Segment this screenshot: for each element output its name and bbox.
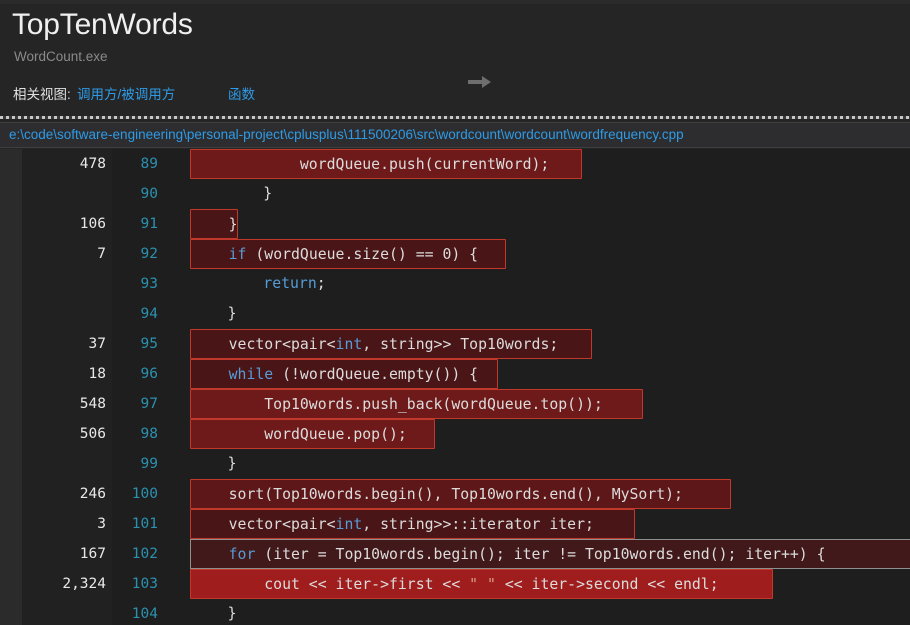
code-line-text[interactable]: sort(Top10words.begin(), Top10words.end(… <box>190 479 731 509</box>
line-number: 96 <box>140 366 158 382</box>
line-number: 90 <box>140 186 158 202</box>
code-line-text[interactable]: wordQueue.pop(); <box>190 419 435 449</box>
source-code-viewer[interactable]: 478 89 wordQueue.push(currentWord); 90 } 10… <box>0 149 910 625</box>
code-line-row[interactable]: 548 97 Top10words.push_back(wordQueue.top… <box>0 389 910 419</box>
line-sample-count: 478 <box>79 156 106 172</box>
code-line-text[interactable]: } <box>190 299 239 329</box>
line-number: 95 <box>140 336 158 352</box>
line-number: 94 <box>140 306 158 322</box>
code-line-text[interactable]: wordQueue.push(currentWord); <box>190 149 582 179</box>
line-sample-count: 167 <box>79 546 106 562</box>
code-line-row[interactable]: 90 } <box>0 179 910 209</box>
code-line-row[interactable]: 106 91 } <box>0 209 910 239</box>
line-sample-count: 106 <box>79 216 106 232</box>
line-sample-count: 3 <box>97 516 106 532</box>
line-number: 97 <box>140 396 158 412</box>
related-view-link-callers-callees[interactable]: 调用方/被调用方 <box>77 83 175 103</box>
code-line-row[interactable]: 167 102 for (iter = Top10words.begin(); i… <box>0 539 910 569</box>
code-line-row[interactable]: 18 96 while (!wordQueue.empty()) { <box>0 359 910 389</box>
profiler-function-details-window: TopTenWords WordCount.exe 相关视图: 调用方/被调用方… <box>0 0 910 625</box>
header-panel: TopTenWords WordCount.exe 相关视图: 调用方/被调用方… <box>0 4 910 115</box>
source-file-path-link[interactable]: e:\code\software-engineering\personal-pr… <box>9 127 684 142</box>
line-number: 98 <box>140 426 158 442</box>
line-sample-count: 506 <box>79 426 106 442</box>
line-sample-count: 2,324 <box>62 576 106 592</box>
code-line-text[interactable]: vector<pair<int, string>>::iterator iter… <box>190 509 635 539</box>
line-sample-count: 7 <box>97 246 106 262</box>
line-number: 93 <box>140 276 158 292</box>
code-line-row[interactable]: 99 } <box>0 449 910 479</box>
line-sample-count: 18 <box>88 366 106 382</box>
code-line-text[interactable]: if (wordQueue.size() == 0) { <box>190 239 506 269</box>
code-line-text[interactable]: Top10words.push_back(wordQueue.top()); <box>190 389 643 419</box>
line-number: 102 <box>131 546 158 562</box>
module-name: WordCount.exe <box>14 49 108 64</box>
code-line-row[interactable]: 94 } <box>0 299 910 329</box>
line-number: 100 <box>131 486 158 502</box>
code-line-text[interactable]: cout << iter->first << " " << iter->seco… <box>190 569 773 599</box>
code-line-text[interactable]: } <box>190 209 238 239</box>
dotted-separator <box>0 116 910 119</box>
line-sample-count: 37 <box>88 336 106 352</box>
line-number: 92 <box>140 246 158 262</box>
code-line-text[interactable]: } <box>190 599 239 625</box>
source-file-path-bar[interactable]: e:\code\software-engineering\personal-pr… <box>0 122 910 148</box>
code-line-text[interactable]: vector<pair<int, string>> Top10words; <box>190 329 592 359</box>
code-line-row[interactable]: 246 100 sort(Top10words.begin(), Top10wor… <box>0 479 910 509</box>
code-line-text[interactable]: } <box>190 179 274 209</box>
arrow-right-icon <box>468 74 492 90</box>
line-sample-count: 246 <box>79 486 106 502</box>
line-sample-count: 548 <box>79 396 106 412</box>
code-line-list: 478 89 wordQueue.push(currentWord); 90 } 10… <box>0 149 910 625</box>
line-number: 103 <box>131 576 158 592</box>
line-number: 89 <box>140 156 158 172</box>
line-number: 91 <box>140 216 158 232</box>
line-number: 99 <box>140 456 158 472</box>
related-view-link-functions[interactable]: 函数 <box>228 83 255 103</box>
code-line-row[interactable]: 104 } <box>0 599 910 625</box>
code-line-text[interactable]: while (!wordQueue.empty()) { <box>190 359 498 389</box>
code-line-row[interactable]: 478 89 wordQueue.push(currentWord); <box>0 149 910 179</box>
code-line-text[interactable]: return; <box>190 269 328 299</box>
code-line-row[interactable]: 3 101 vector<pair<int, string>>::iterator… <box>0 509 910 539</box>
code-line-row[interactable]: 93 return; <box>0 269 910 299</box>
code-line-row[interactable]: 2,324 103 cout << iter->first << " " << i… <box>0 569 910 599</box>
related-views-label: 相关视图: <box>13 87 71 102</box>
code-line-row[interactable]: 37 95 vector<pair<int, string>> Top10word… <box>0 329 910 359</box>
code-line-row[interactable]: 7 92 if (wordQueue.size() == 0) { <box>0 239 910 269</box>
page-title: TopTenWords <box>12 8 193 41</box>
line-number: 101 <box>131 516 158 532</box>
code-line-text[interactable]: for (iter = Top10words.begin(); iter != … <box>190 539 910 569</box>
line-number: 104 <box>131 606 158 622</box>
code-line-row[interactable]: 506 98 wordQueue.pop(); <box>0 419 910 449</box>
code-line-text[interactable]: } <box>190 449 239 479</box>
